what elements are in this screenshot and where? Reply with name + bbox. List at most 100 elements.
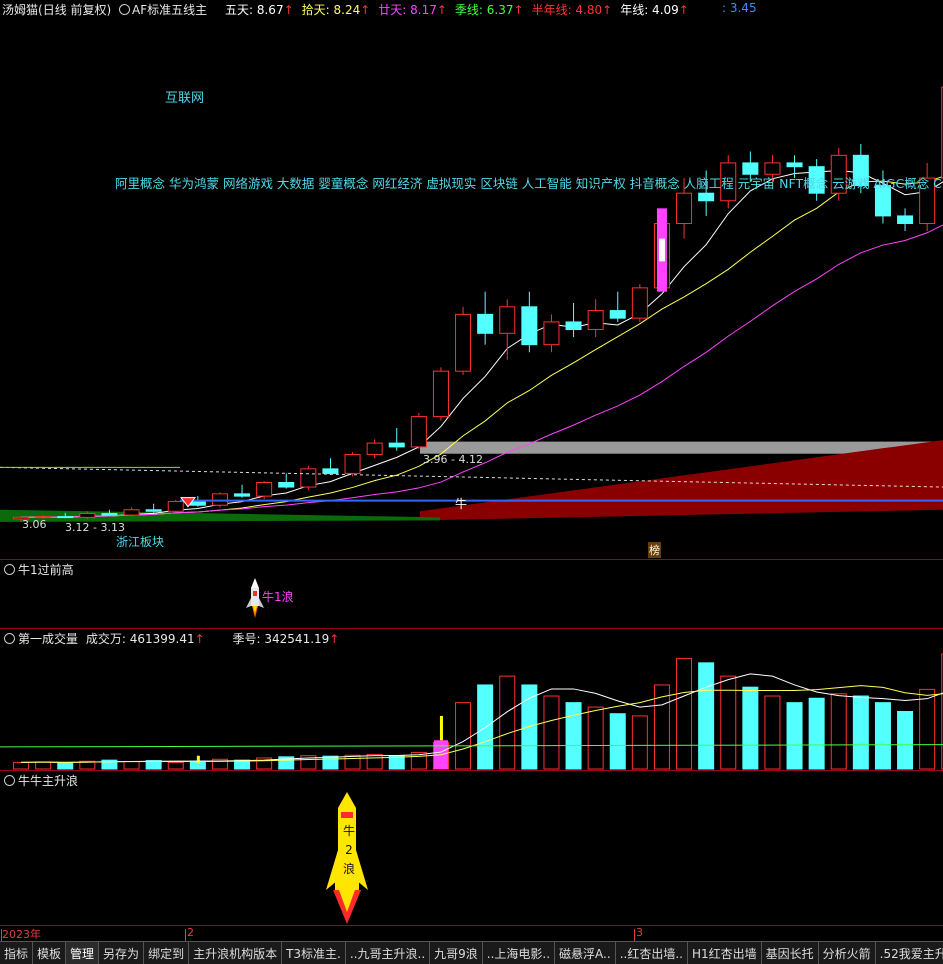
time-tick bbox=[634, 929, 635, 941]
tab-5[interactable]: 主升浪机构版本 bbox=[189, 942, 283, 964]
volume-value: 461399.41 bbox=[129, 632, 195, 646]
time-axis-divider bbox=[0, 925, 943, 926]
volume-bar bbox=[167, 761, 184, 770]
volume-bar bbox=[897, 711, 914, 770]
volume-bar bbox=[609, 713, 626, 770]
volume-bar bbox=[35, 761, 52, 770]
tab-0[interactable]: 指标 bbox=[0, 942, 34, 964]
candle-body bbox=[145, 509, 162, 512]
tab-9[interactable]: ..上海电影.. bbox=[483, 942, 556, 964]
tab-14[interactable]: 分析火箭 bbox=[819, 942, 876, 964]
band-price-label: 3.96 - 4.12 bbox=[423, 453, 483, 466]
candle-body bbox=[344, 453, 361, 474]
volume-bar bbox=[808, 697, 825, 770]
candle-body bbox=[432, 370, 449, 418]
candle-body bbox=[786, 162, 803, 168]
volume-bar bbox=[344, 754, 361, 770]
volume-bar bbox=[919, 688, 936, 770]
volume-chart[interactable] bbox=[0, 645, 943, 770]
tab-7[interactable]: ..九哥主升浪.. bbox=[346, 942, 431, 964]
volume-bar bbox=[764, 695, 781, 770]
season-value: 342541.19 bbox=[264, 632, 330, 646]
volume-bar bbox=[477, 684, 494, 770]
candle-body bbox=[609, 310, 626, 319]
volume-bar bbox=[499, 675, 516, 770]
candle-body bbox=[521, 306, 538, 346]
volume-bar bbox=[786, 702, 803, 770]
panel-divider bbox=[0, 559, 943, 560]
candlestick-chart[interactable] bbox=[0, 14, 943, 560]
candle-body bbox=[543, 321, 560, 346]
tab-8[interactable]: 九哥9浪 bbox=[430, 942, 483, 964]
last-value: : 3.45 bbox=[722, 1, 757, 15]
tab-1[interactable]: 模板 bbox=[33, 942, 67, 964]
volume-bar bbox=[852, 695, 869, 770]
candle-body bbox=[79, 513, 96, 518]
candle-body bbox=[101, 513, 118, 516]
volume-bar bbox=[830, 693, 847, 770]
tab-12[interactable]: H1红杏出墙 bbox=[688, 942, 762, 964]
concepts-label: 阿里概念 华为鸿蒙 网络游戏 大数据 婴童概念 网红经济 虚拟现实 区块链 人工… bbox=[115, 176, 943, 191]
candle-body bbox=[322, 468, 339, 474]
candle-body bbox=[631, 287, 648, 319]
time-tick bbox=[185, 929, 186, 941]
volume-yellow-marker bbox=[439, 715, 443, 741]
candle-body bbox=[565, 321, 582, 331]
candle-body bbox=[410, 416, 427, 448]
candle-body bbox=[499, 306, 516, 334]
candle-body bbox=[57, 516, 74, 519]
tab-13[interactable]: 基因长托 bbox=[762, 942, 819, 964]
candle-body bbox=[123, 509, 140, 516]
volume-yellow-marker bbox=[196, 755, 200, 764]
volume-bar bbox=[543, 695, 560, 770]
up-arrow-icon: ↑ bbox=[194, 632, 205, 646]
tab-10[interactable]: 磁悬浮A.. bbox=[555, 942, 616, 964]
volume-bar bbox=[455, 702, 472, 770]
board-label: 浙江板块 bbox=[116, 535, 165, 549]
candle-body bbox=[897, 215, 914, 224]
panel-divider bbox=[0, 770, 943, 771]
settings-circle-icon bbox=[4, 633, 15, 644]
tab-4[interactable]: 绑定到 bbox=[144, 942, 190, 964]
candle-body bbox=[234, 493, 251, 497]
candle-body bbox=[477, 313, 494, 334]
highlight-candle-mark bbox=[658, 238, 665, 262]
candle-body bbox=[256, 482, 273, 497]
candle-body bbox=[167, 500, 184, 512]
tab-15[interactable]: .52我爱主升浪 bbox=[876, 942, 943, 964]
candle-body bbox=[278, 482, 295, 488]
volume-bar bbox=[676, 657, 693, 770]
indicator-tab-bar: 指标 模板 管理 另存为 绑定到 主升浪机构版本 T3标准主. ..九哥主升浪.. 九哥9浪..… bbox=[0, 941, 943, 964]
bang-marker[interactable]: 榜 bbox=[648, 542, 661, 558]
rocket-label: 牛1浪 bbox=[262, 590, 294, 604]
volume-label: 成交万: bbox=[85, 632, 126, 646]
rocket-label-vertical: 牛 2 浪 bbox=[342, 824, 355, 876]
volume-bar bbox=[322, 755, 339, 770]
candle-body bbox=[676, 192, 693, 224]
time-label-mar: 3 bbox=[636, 926, 643, 939]
time-label-feb: 2 bbox=[187, 926, 194, 939]
tab-6[interactable]: T3标准主. bbox=[282, 942, 346, 964]
low-price-label-2: 3.06 bbox=[22, 518, 47, 531]
volume-bar bbox=[742, 686, 759, 770]
candle-body bbox=[300, 468, 317, 488]
candle-body bbox=[189, 500, 206, 506]
tab-11[interactable]: ..红杏出墙.. bbox=[616, 942, 688, 964]
panel-title-niu1[interactable]: 牛1过前高 bbox=[4, 561, 74, 578]
tab-2[interactable]: 管理 bbox=[66, 942, 100, 964]
time-tick bbox=[1, 929, 2, 941]
volume-bar bbox=[653, 684, 670, 770]
tab-3[interactable]: 另存为 bbox=[99, 942, 145, 964]
volume-bar bbox=[13, 761, 30, 770]
candle-body bbox=[366, 442, 383, 455]
volume-bar bbox=[698, 662, 715, 770]
settings-circle-icon bbox=[4, 564, 15, 575]
volume-bar bbox=[874, 702, 891, 770]
sector-label: 互联网 bbox=[165, 91, 205, 106]
panel-title-niu2[interactable]: 牛牛主升浪 bbox=[4, 772, 78, 789]
volume-bar bbox=[631, 715, 648, 770]
up-arrow-icon: ↑ bbox=[329, 632, 340, 646]
settings-circle-icon bbox=[4, 775, 15, 786]
season-label: 季号: bbox=[232, 632, 261, 646]
candle-body bbox=[455, 313, 472, 372]
